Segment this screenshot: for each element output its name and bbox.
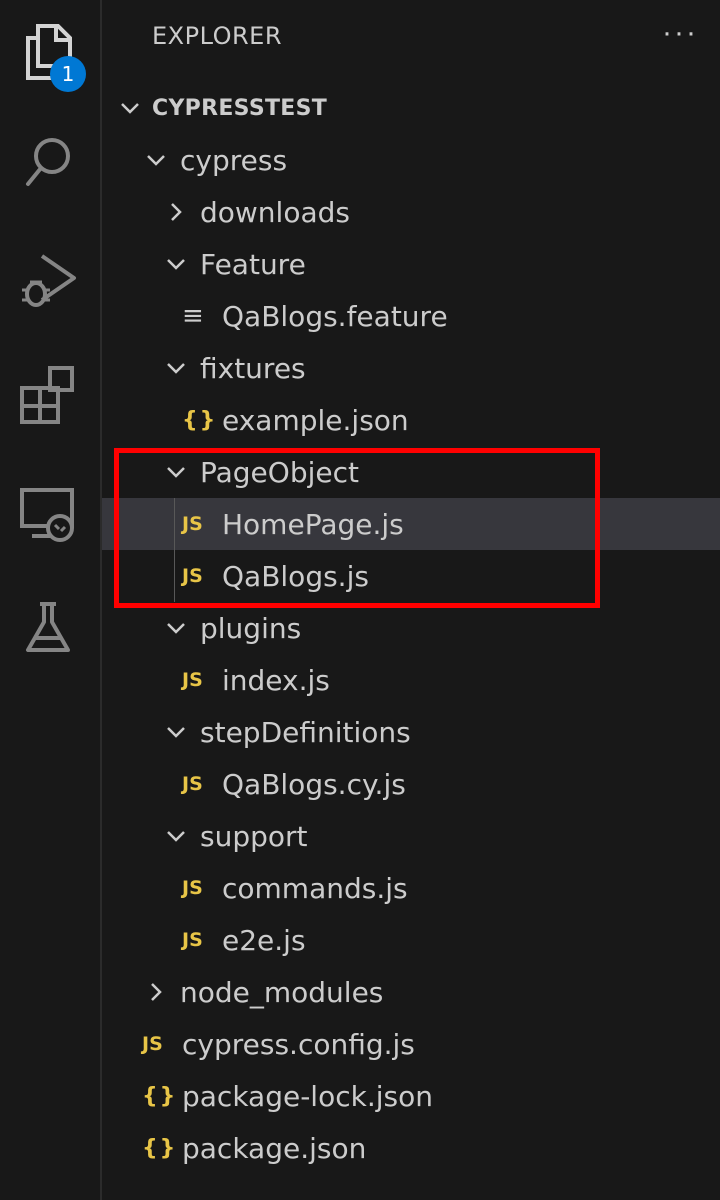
- js-file-icon: JS: [182, 877, 203, 899]
- js-file-icon: JS: [182, 513, 203, 535]
- file-row-package-json[interactable]: {} package.json: [102, 1122, 720, 1174]
- chevron-down-icon: [162, 810, 190, 862]
- tree-item-label: PageObject: [200, 455, 359, 489]
- tree-item-label: index.js: [222, 663, 330, 697]
- remote-explorer-icon[interactable]: [14, 480, 82, 548]
- extensions-icon[interactable]: [14, 360, 82, 428]
- explorer-icon[interactable]: 1: [14, 18, 86, 92]
- chevron-down-icon: [116, 82, 144, 134]
- tree-item-label: node_modules: [180, 975, 384, 1009]
- more-actions-button[interactable]: ···: [662, 16, 698, 50]
- tree-item-label: plugins: [200, 611, 302, 645]
- search-icon[interactable]: [14, 128, 82, 196]
- tree-item-label: cypress.config.js: [182, 1027, 415, 1061]
- file-row-qablogs-feature[interactable]: ≡ QaBlogs.feature: [102, 290, 720, 342]
- chevron-down-icon: [162, 446, 190, 498]
- folder-row-feature[interactable]: Feature: [102, 238, 720, 290]
- tree-item-label: package-lock.json: [182, 1079, 433, 1113]
- chevron-down-icon: [162, 342, 190, 394]
- file-row-cypress-config-js[interactable]: JS cypress.config.js: [102, 1018, 720, 1070]
- tree-item-label: HomePage.js: [222, 507, 404, 541]
- tree-item-label: QaBlogs.cy.js: [222, 767, 406, 801]
- feature-file-icon: ≡: [182, 301, 204, 331]
- file-row-e2e-js[interactable]: JS e2e.js: [102, 914, 720, 966]
- file-row-index-js[interactable]: JS index.js: [102, 654, 720, 706]
- file-row-qablogs-cy-js[interactable]: JS QaBlogs.cy.js: [102, 758, 720, 810]
- tree-item-label: downloads: [200, 195, 350, 229]
- tree-item-label: QaBlogs.feature: [222, 299, 448, 333]
- js-file-icon: JS: [182, 669, 203, 691]
- tree-item-label: Feature: [200, 247, 306, 281]
- folder-row-plugins[interactable]: plugins: [102, 602, 720, 654]
- tree-item-label: cypress: [180, 143, 288, 177]
- chevron-down-icon: [162, 602, 190, 654]
- explorer-title: EXPLORER: [152, 22, 282, 50]
- chevron-down-icon: [162, 238, 190, 290]
- file-row-package-lock-json[interactable]: {} package-lock.json: [102, 1070, 720, 1122]
- vscode-window: 1 EXPLORER ··· CYPRESSTEST cypress downl…: [0, 0, 720, 1200]
- json-file-icon: {}: [142, 1135, 178, 1161]
- chevron-right-icon: [142, 966, 170, 1018]
- chevron-down-icon: [142, 134, 170, 186]
- json-file-icon: {}: [182, 407, 218, 433]
- tree-item-label: support: [200, 819, 308, 853]
- file-row-homepage-js[interactable]: JS HomePage.js: [102, 498, 720, 550]
- tree-item-label: stepDefinitions: [200, 715, 411, 749]
- tree-item-label: commands.js: [222, 871, 408, 905]
- folder-row-fixtures[interactable]: fixtures: [102, 342, 720, 394]
- folder-row-pageobject[interactable]: PageObject: [102, 446, 720, 498]
- run-debug-icon[interactable]: [14, 248, 82, 316]
- tree-root-cypresstest[interactable]: CYPRESSTEST: [102, 82, 720, 134]
- folder-row-node-modules[interactable]: node_modules: [102, 966, 720, 1018]
- chevron-right-icon: [162, 186, 190, 238]
- tree-item-label: QaBlogs.js: [222, 559, 369, 593]
- folder-row-cypress[interactable]: cypress: [102, 134, 720, 186]
- tree-item-label: package.json: [182, 1131, 367, 1165]
- file-row-commands-js[interactable]: JS commands.js: [102, 862, 720, 914]
- root-folder-label: CYPRESSTEST: [152, 95, 328, 121]
- explorer-sidebar: EXPLORER ··· CYPRESSTEST cypress download…: [102, 0, 720, 1200]
- explorer-badge: 1: [50, 56, 86, 92]
- folder-row-downloads[interactable]: downloads: [102, 186, 720, 238]
- indent-guide: [174, 498, 175, 602]
- js-file-icon: JS: [182, 929, 203, 951]
- js-file-icon: JS: [182, 565, 203, 587]
- js-file-icon: JS: [142, 1033, 163, 1055]
- file-row-qablogs-js[interactable]: JS QaBlogs.js: [102, 550, 720, 602]
- testing-icon[interactable]: [14, 594, 82, 662]
- chevron-down-icon: [162, 706, 190, 758]
- tree-item-label: fixtures: [200, 351, 306, 385]
- folder-row-support[interactable]: support: [102, 810, 720, 862]
- json-file-icon: {}: [142, 1083, 178, 1109]
- tree-item-label: e2e.js: [222, 923, 306, 957]
- js-file-icon: JS: [182, 773, 203, 795]
- tree-item-label: example.json: [222, 403, 409, 437]
- folder-row-stepdefinitions[interactable]: stepDefinitions: [102, 706, 720, 758]
- activity-bar: 1: [0, 0, 102, 1200]
- file-row-example-json[interactable]: {} example.json: [102, 394, 720, 446]
